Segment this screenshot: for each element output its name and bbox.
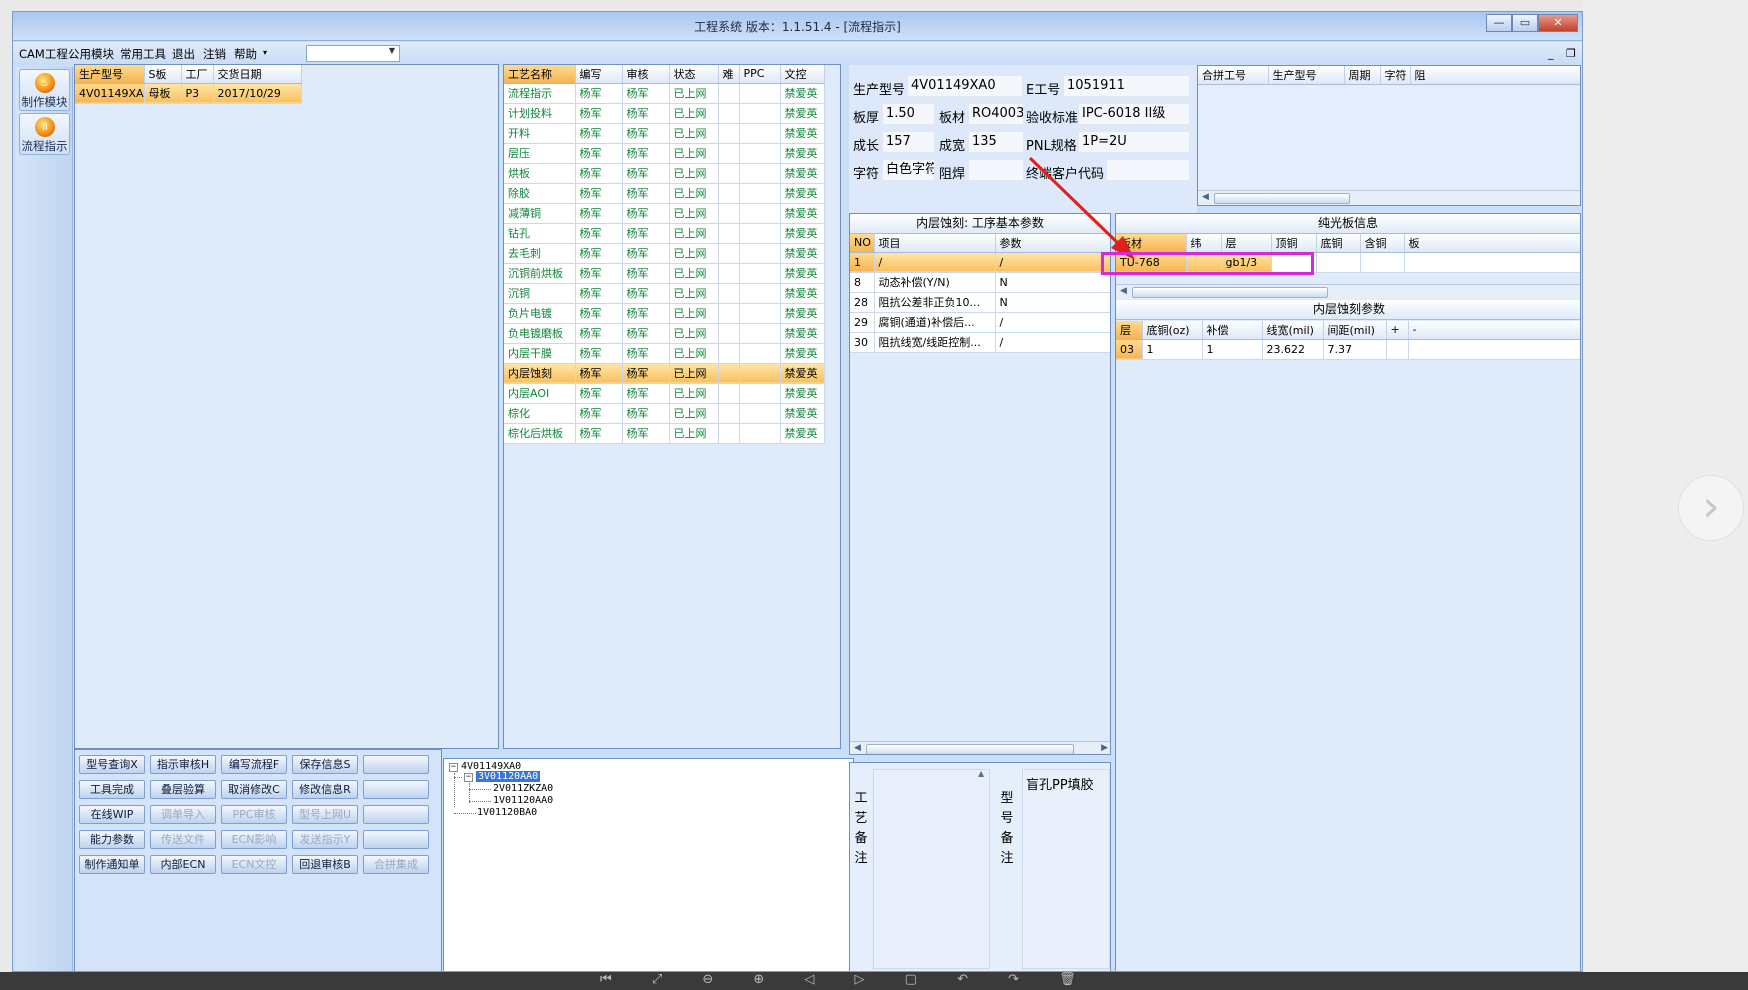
annotation-highlight-box [1101, 252, 1314, 275]
viewer-toolbar-icons[interactable]: ⏮ ⤢ ⊖ ⊕ ◁ ▷ ▢ ↶ ↷ 🗑 [600, 972, 1094, 987]
annotation-layer [1028, 156, 1135, 260]
chevron-right-icon: › [1702, 481, 1720, 532]
annotation-arrow-line [1028, 156, 1127, 252]
viewer-toolbar: ⏮ ⤢ ⊖ ⊕ ◁ ▷ ▢ ↶ ↷ 🗑 [0, 972, 1748, 990]
app-window: 工程系统 版本：1.1.51.4 - [流程指示] — ▭ ✕ CAM工程 公用… [12, 11, 1583, 972]
next-image-button[interactable]: › [1678, 475, 1744, 541]
